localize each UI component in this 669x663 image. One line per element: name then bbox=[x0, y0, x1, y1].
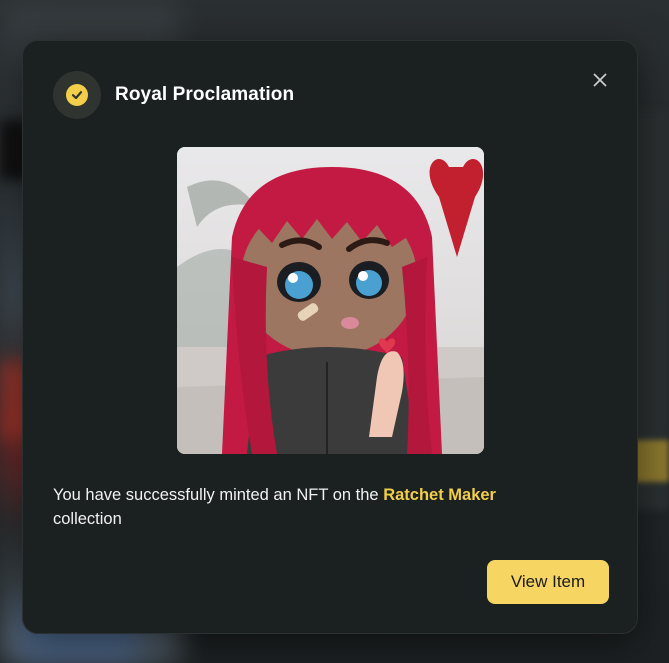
view-item-button[interactable]: View Item bbox=[487, 560, 609, 604]
mint-success-modal: Royal Proclamation au bbox=[22, 40, 638, 634]
modal-header: Royal Proclamation bbox=[53, 71, 294, 119]
background-blur-button bbox=[633, 440, 669, 482]
message-suffix: collection bbox=[53, 510, 122, 528]
check-circle-icon bbox=[53, 71, 101, 119]
nft-artwork: au bbox=[177, 147, 484, 454]
modal-title: Royal Proclamation bbox=[115, 84, 295, 105]
collection-name-link[interactable]: Ratchet Maker bbox=[383, 486, 496, 504]
mint-success-message: You have successfully minted an NFT on t… bbox=[53, 483, 593, 531]
message-prefix: You have successfully minted an NFT on t… bbox=[53, 486, 384, 504]
close-icon[interactable] bbox=[591, 71, 609, 89]
nft-image: au bbox=[177, 147, 484, 454]
